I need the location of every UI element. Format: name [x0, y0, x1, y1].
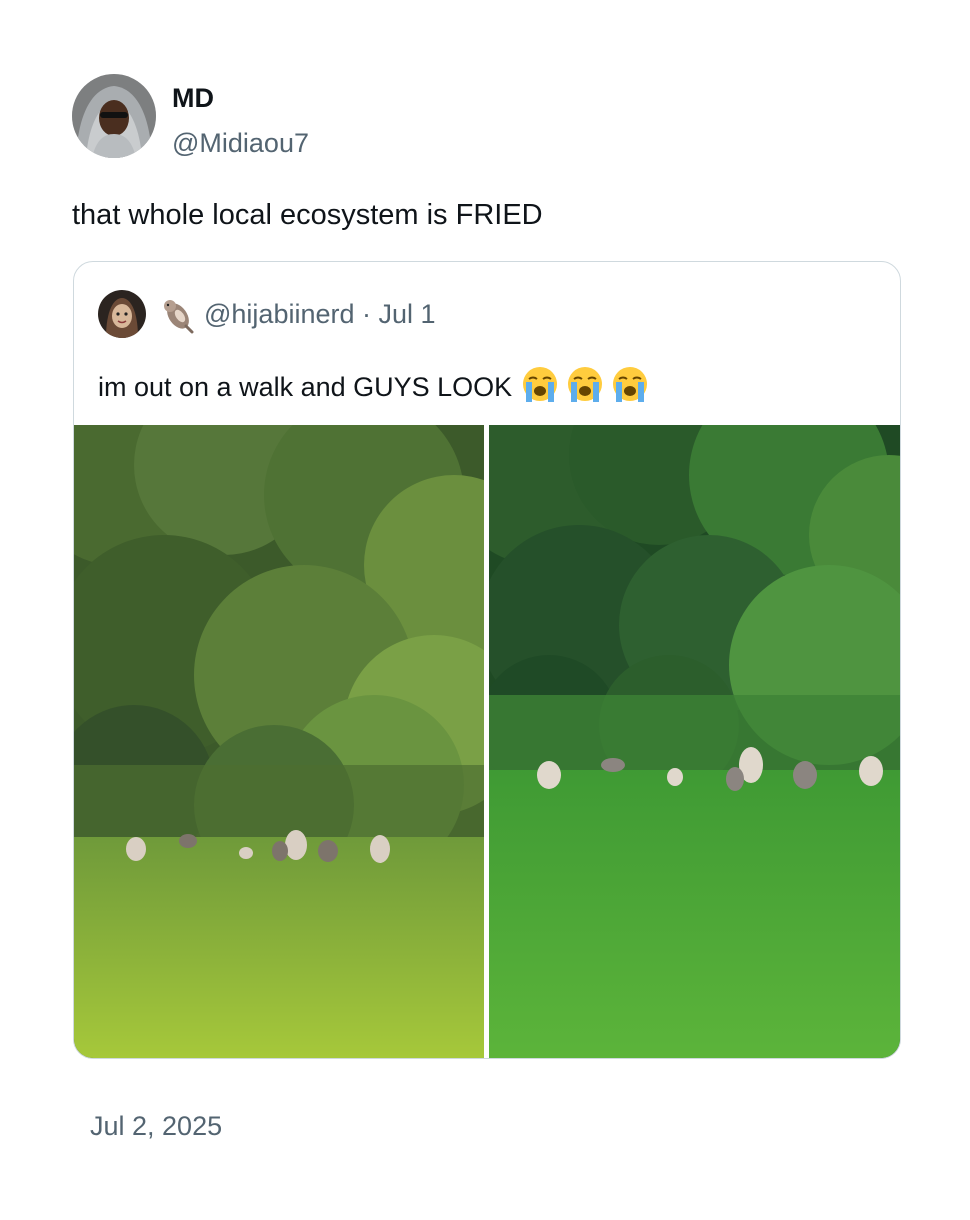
quoted-tweet-media [74, 425, 900, 1058]
quoted-author-handle[interactable]: @hijabiinerd · Jul 1 [204, 296, 436, 332]
tweet-card: MD @Midiaou7 that whole local ecosystem … [0, 0, 970, 1220]
quoted-tweet-card[interactable]: @hijabiinerd · Jul 1 im out on a walk an… [73, 261, 901, 1059]
photo-right[interactable] [489, 425, 900, 1058]
loudly-crying-face-icon [520, 364, 560, 404]
tweet-text: that whole local ecosystem is FRIED [72, 199, 543, 231]
tweet-timestamp[interactable]: Jul 2, 2025 [90, 1108, 222, 1144]
profile-photo-avatar [98, 290, 146, 338]
quoted-tweet-text-content: im out on a walk and GUYS LOOK [98, 372, 513, 402]
otter-emoji-icon [156, 294, 196, 334]
author-avatar[interactable] [72, 74, 156, 158]
quoted-author-avatar[interactable] [98, 290, 146, 338]
author-handle[interactable]: @Midiaou7 [172, 126, 309, 160]
loudly-crying-face-icon [610, 364, 650, 404]
loudly-crying-face-icon [565, 364, 605, 404]
author-name[interactable]: MD [172, 82, 214, 114]
photo-left[interactable] [74, 425, 484, 1058]
profile-photo-avatar [72, 74, 156, 158]
quoted-tweet-text: im out on a walk and GUYS LOOK [98, 364, 655, 406]
